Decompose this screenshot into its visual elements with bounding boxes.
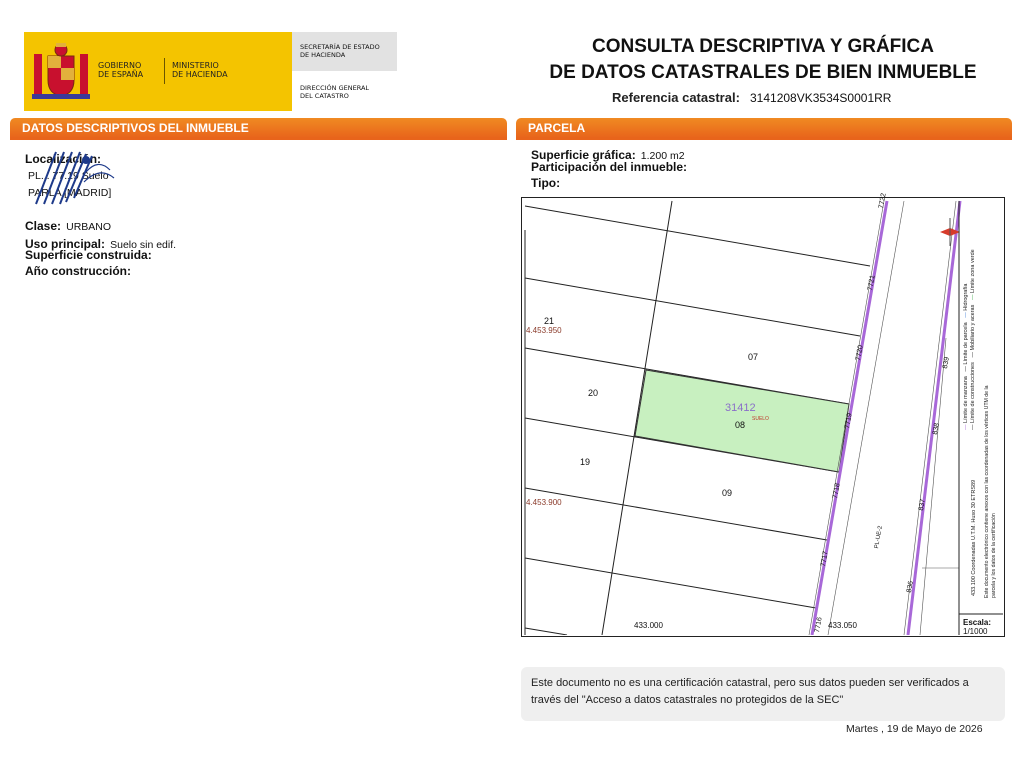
ministerio-line1: MINISTERIO xyxy=(172,61,219,70)
legend-item-zona-verde: Límite zona verde xyxy=(970,249,976,294)
coord-y1: 4.453.950 xyxy=(526,326,562,335)
tab-parcela-label: PARCELA xyxy=(528,121,586,135)
title-line2: DE DATOS CATASTRALES DE BIEN INMUEBLE xyxy=(549,62,977,83)
notice-text: Este documento no es una certificación c… xyxy=(531,677,969,706)
lot-label-08: 08 xyxy=(735,420,746,430)
legend-note-text: Este documento electrónico contiene anex… xyxy=(984,385,997,598)
ref-label: Referencia catastral: xyxy=(612,90,740,105)
legend-item-hidrografia: Hidrografía xyxy=(963,283,969,311)
anio-construccion-label: Año construcción: xyxy=(25,264,132,278)
stamp-watermark-icon xyxy=(35,151,115,205)
ref-value: 3141208VK3534S0001RR xyxy=(750,91,892,105)
lot-label-21: 21 xyxy=(544,316,555,326)
superficie-construida-label: Superficie construida: xyxy=(25,248,152,262)
gobierno-line1: GOBIERNO xyxy=(98,61,142,70)
legend-item-mobiliario: Mobiliario y aceras xyxy=(970,304,976,351)
participacion-label: Participación del inmueble: xyxy=(531,160,688,174)
secretaria-box: SECRETARÍA DE ESTADO DE HACIENDA xyxy=(292,32,397,71)
secretaria-line1: SECRETARÍA DE ESTADO xyxy=(300,43,380,51)
legend-item-parcela: Límite de parcela xyxy=(963,322,969,365)
lot-label-20: 20 xyxy=(588,388,599,398)
legend-block: — Límite de manzana — Límite de parcela … xyxy=(963,249,976,430)
notice-box: Este documento no es una certificación c… xyxy=(521,667,1005,721)
coord-x1: 433.000 xyxy=(634,621,663,630)
direccion-line1: DIRECCIÓN GENERAL xyxy=(300,84,370,92)
title-line1: CONSULTA DESCRIPTIVA Y GRÁFICA xyxy=(591,36,935,57)
coords-note: 433.100 Coordenadas U.T.M. Huso 30 ETRS8… xyxy=(971,479,977,596)
lot-label-09: 09 xyxy=(722,488,733,498)
clase-label: Clase: xyxy=(25,219,62,233)
clase-value: URBANO xyxy=(66,221,112,233)
document-date: Martes , 19 de Mayo de 2026 xyxy=(846,723,983,735)
parcel-type-label: SUELO xyxy=(752,416,769,422)
lot-label-07: 07 xyxy=(748,352,759,362)
direccion-block: DIRECCIÓN GENERAL DEL CATASTRO xyxy=(300,84,369,100)
legend-item-construcciones: Límite de construcciones xyxy=(970,362,976,423)
parcel-number-label: 31412 xyxy=(725,402,756,414)
direccion-line2: DEL CATASTRO xyxy=(300,92,349,100)
clase-row: Clase: URBANO xyxy=(25,215,111,234)
lot-label-19: 19 xyxy=(580,457,591,467)
secretaria-line2: DE HACIENDA xyxy=(300,51,346,59)
legend-note: Este documento electrónico contiene anex… xyxy=(984,378,997,598)
scale-label: Escala: xyxy=(963,618,992,627)
ministerio-line2: DE HACIENDA xyxy=(172,70,228,79)
tab-parcela: PARCELA xyxy=(516,118,1012,138)
tipo-label: Tipo: xyxy=(531,176,561,190)
page-title: CONSULTA DESCRIPTIVA Y GRÁFICA DE DATOS … xyxy=(520,34,1006,86)
gobierno-logo-box: GOBIERNO DE ESPAÑA MINISTERIO DE HACIEND… xyxy=(24,32,292,111)
legend-item-manzana: Límite de manzana xyxy=(963,376,969,423)
tab-underline-right xyxy=(516,137,1012,140)
cadastral-map[interactable]: 21 20 19 07 08 09 31412 SUELO 4.453.950 … xyxy=(521,193,1005,637)
coord-x2: 433.050 xyxy=(828,621,857,630)
gobierno-line2: DE ESPAÑA xyxy=(98,70,144,79)
coat-of-arms-icon xyxy=(32,43,90,99)
scale-value: 1/1000 xyxy=(963,627,988,636)
coord-y2: 4.453.900 xyxy=(526,498,562,507)
